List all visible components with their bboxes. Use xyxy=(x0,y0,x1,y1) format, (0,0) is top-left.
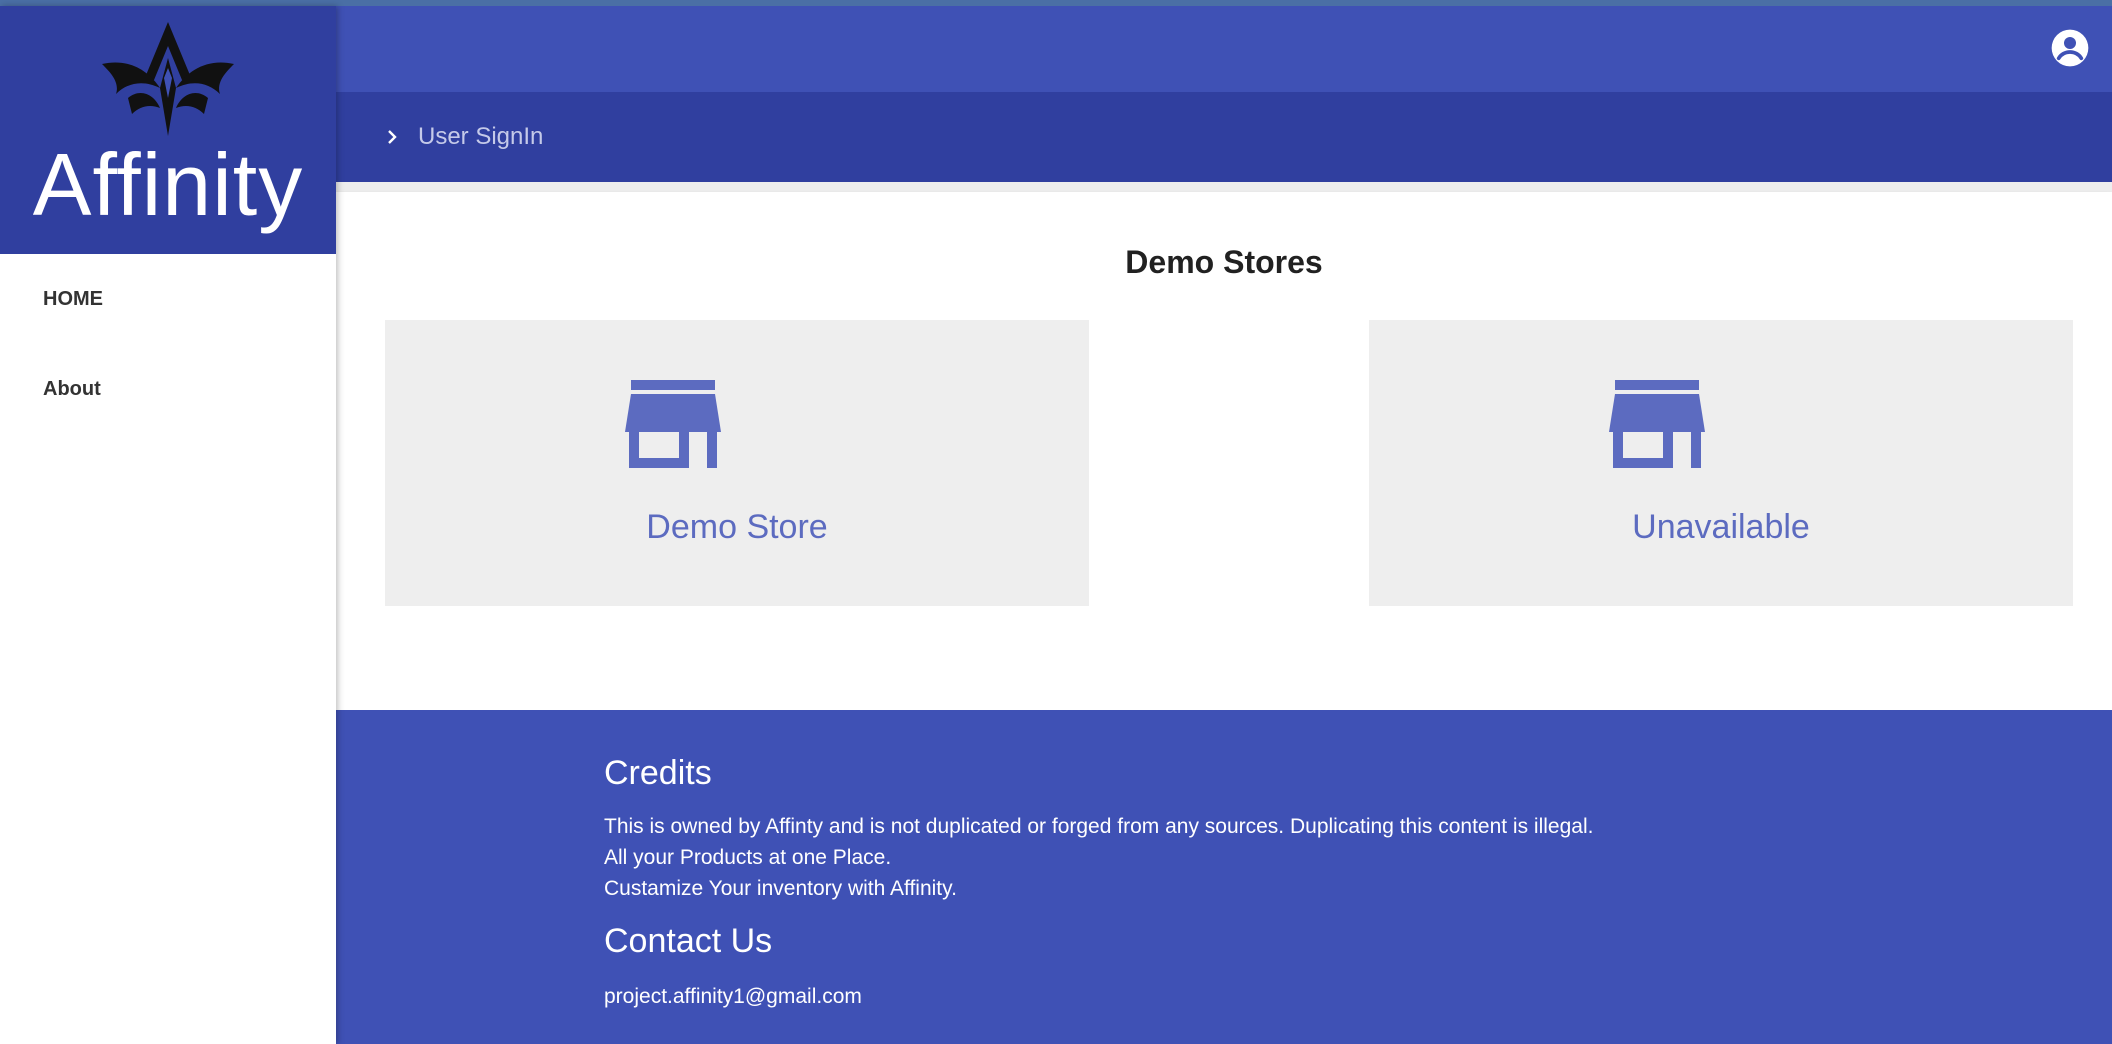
top-app-bar xyxy=(336,6,2112,92)
breadcrumb: User SignIn xyxy=(336,92,2112,182)
account-circle-icon[interactable] xyxy=(2050,28,2090,68)
affinity-logo-icon xyxy=(102,22,234,136)
divider xyxy=(336,684,2112,710)
contact-heading: Contact Us xyxy=(604,922,773,960)
footer: Credits This is owned by Affinty and is … xyxy=(336,710,2112,1044)
brand-name: Affinity xyxy=(32,135,304,234)
credits-line: This is owned by Affinty and is not dupl… xyxy=(604,815,1594,838)
divider xyxy=(336,182,2112,192)
store-card-demo-store[interactable]: Demo Store xyxy=(385,320,1089,606)
brand-header: Affinity xyxy=(0,6,336,254)
store-card-unavailable[interactable]: Unavailable xyxy=(1369,320,2073,606)
store-label: Demo Store xyxy=(646,508,828,546)
store-label: Unavailable xyxy=(1632,508,1810,546)
sidebar-item-about[interactable]: About xyxy=(0,344,336,434)
credits-line: Custamize Your inventory with Affinity. xyxy=(604,877,957,900)
store-icon xyxy=(1609,380,1705,468)
chevron-right-icon xyxy=(388,130,397,144)
credits-line: All your Products at one Place. xyxy=(604,846,892,869)
credits-heading: Credits xyxy=(604,754,712,792)
demo-stores-panel: Demo Stores Demo Store Unavailable xyxy=(336,192,2112,684)
store-icon xyxy=(625,380,721,468)
breadcrumb-item-user-signin[interactable]: User SignIn xyxy=(418,123,543,151)
contact-email-link[interactable]: project.affinity1@gmail.com xyxy=(604,985,1904,1009)
sidebar-item-home[interactable]: HOME xyxy=(0,254,336,344)
sidebar: Affinity HOME About xyxy=(0,6,336,1044)
page-title: Demo Stores xyxy=(1125,244,1323,280)
